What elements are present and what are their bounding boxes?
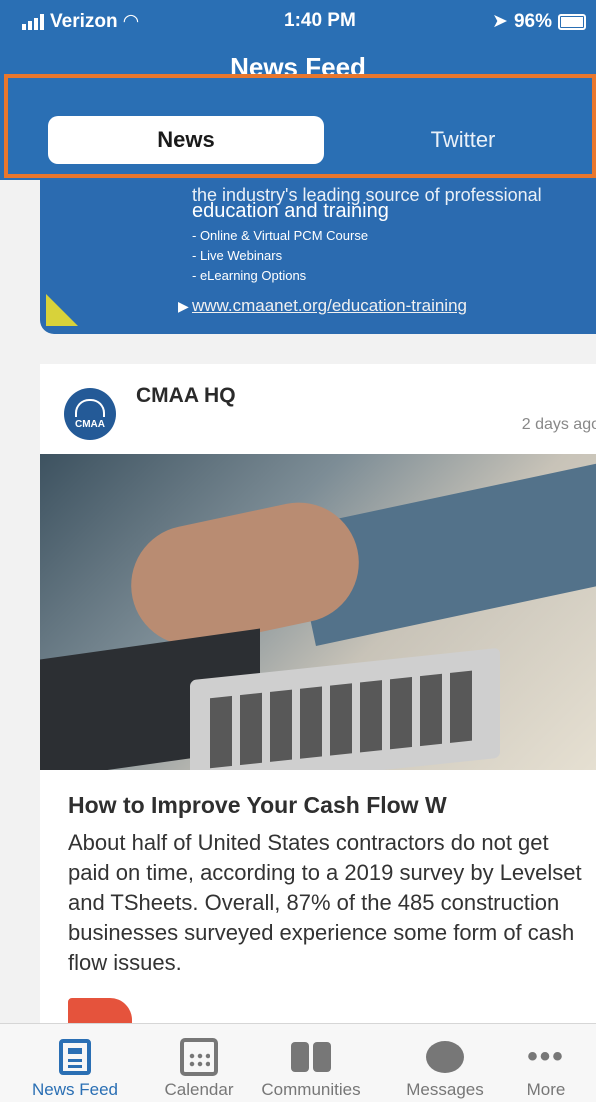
signal-icon <box>22 13 44 30</box>
promo-banner[interactable]: the industry's leading source of profess… <box>40 180 596 334</box>
tab-bar: News Feed Calendar Communities Messages … <box>0 1023 596 1102</box>
hard-hat-icon <box>75 398 105 417</box>
tab-calendar[interactable]: Calendar <box>144 1034 254 1100</box>
post-author[interactable]: CMAA HQ <box>136 384 236 408</box>
messages-icon <box>426 1041 464 1073</box>
avatar[interactable]: CMAA <box>64 388 116 440</box>
clock: 1:40 PM <box>284 10 356 31</box>
post-body: About half of United States contractors … <box>68 830 582 975</box>
post-card[interactable]: CMAA CMAA HQ 2 days ago How to Improve Y… <box>40 364 596 1023</box>
communities-icon <box>291 1042 331 1072</box>
tab-label: Calendar <box>164 1080 234 1099</box>
tab-label: News Feed <box>32 1080 118 1099</box>
corner-triangle <box>46 294 78 326</box>
promo-item: - Online & Virtual PCM Course <box>192 228 369 243</box>
tab-more[interactable]: ••• More <box>496 1034 596 1100</box>
tab-communities[interactable]: Communities <box>256 1034 366 1100</box>
pdf-icon[interactable] <box>68 998 132 1023</box>
more-icon: ••• <box>527 1040 565 1073</box>
battery-label: 96% <box>513 10 552 32</box>
promo-item: - Live Webinars <box>192 248 283 263</box>
tab-messages[interactable]: Messages <box>390 1034 500 1100</box>
promo-edu: education and training <box>192 200 389 222</box>
tab-twitter[interactable]: Twitter <box>328 116 596 164</box>
app-header: Verizon ◠ 1:40 PM ➤ 96% News Feed News T… <box>0 0 596 180</box>
segmented-control: News Twitter <box>4 74 596 178</box>
status-bar: Verizon ◠ 1:40 PM ➤ 96% <box>0 0 596 44</box>
post-image[interactable] <box>40 454 596 770</box>
location-icon: ➤ <box>492 11 508 32</box>
battery-icon <box>558 13 586 30</box>
avatar-text: CMAA <box>75 418 105 430</box>
news-feed-icon <box>59 1039 91 1075</box>
arrow-icon: ▶ <box>178 298 189 314</box>
tab-news-feed[interactable]: News Feed <box>20 1034 130 1100</box>
tab-label: More <box>526 1080 566 1099</box>
wifi-icon: ◠ <box>123 11 139 32</box>
promo-link[interactable]: www.cmaanet.org/education-training <box>192 296 467 316</box>
post-headline[interactable]: How to Improve Your Cash Flow W <box>68 792 588 819</box>
tab-label: Messages <box>406 1080 484 1099</box>
calendar-icon <box>180 1038 218 1076</box>
news-feed[interactable]: the industry's leading source of profess… <box>0 180 596 1023</box>
tab-label: Communities <box>261 1080 361 1099</box>
promo-list: - Online & Virtual PCM Course - Live Web… <box>192 226 368 286</box>
carrier-label: Verizon <box>50 10 118 32</box>
promo-item: - eLearning Options <box>192 268 307 283</box>
tab-news[interactable]: News <box>48 116 324 164</box>
post-time: 2 days ago <box>521 416 596 433</box>
